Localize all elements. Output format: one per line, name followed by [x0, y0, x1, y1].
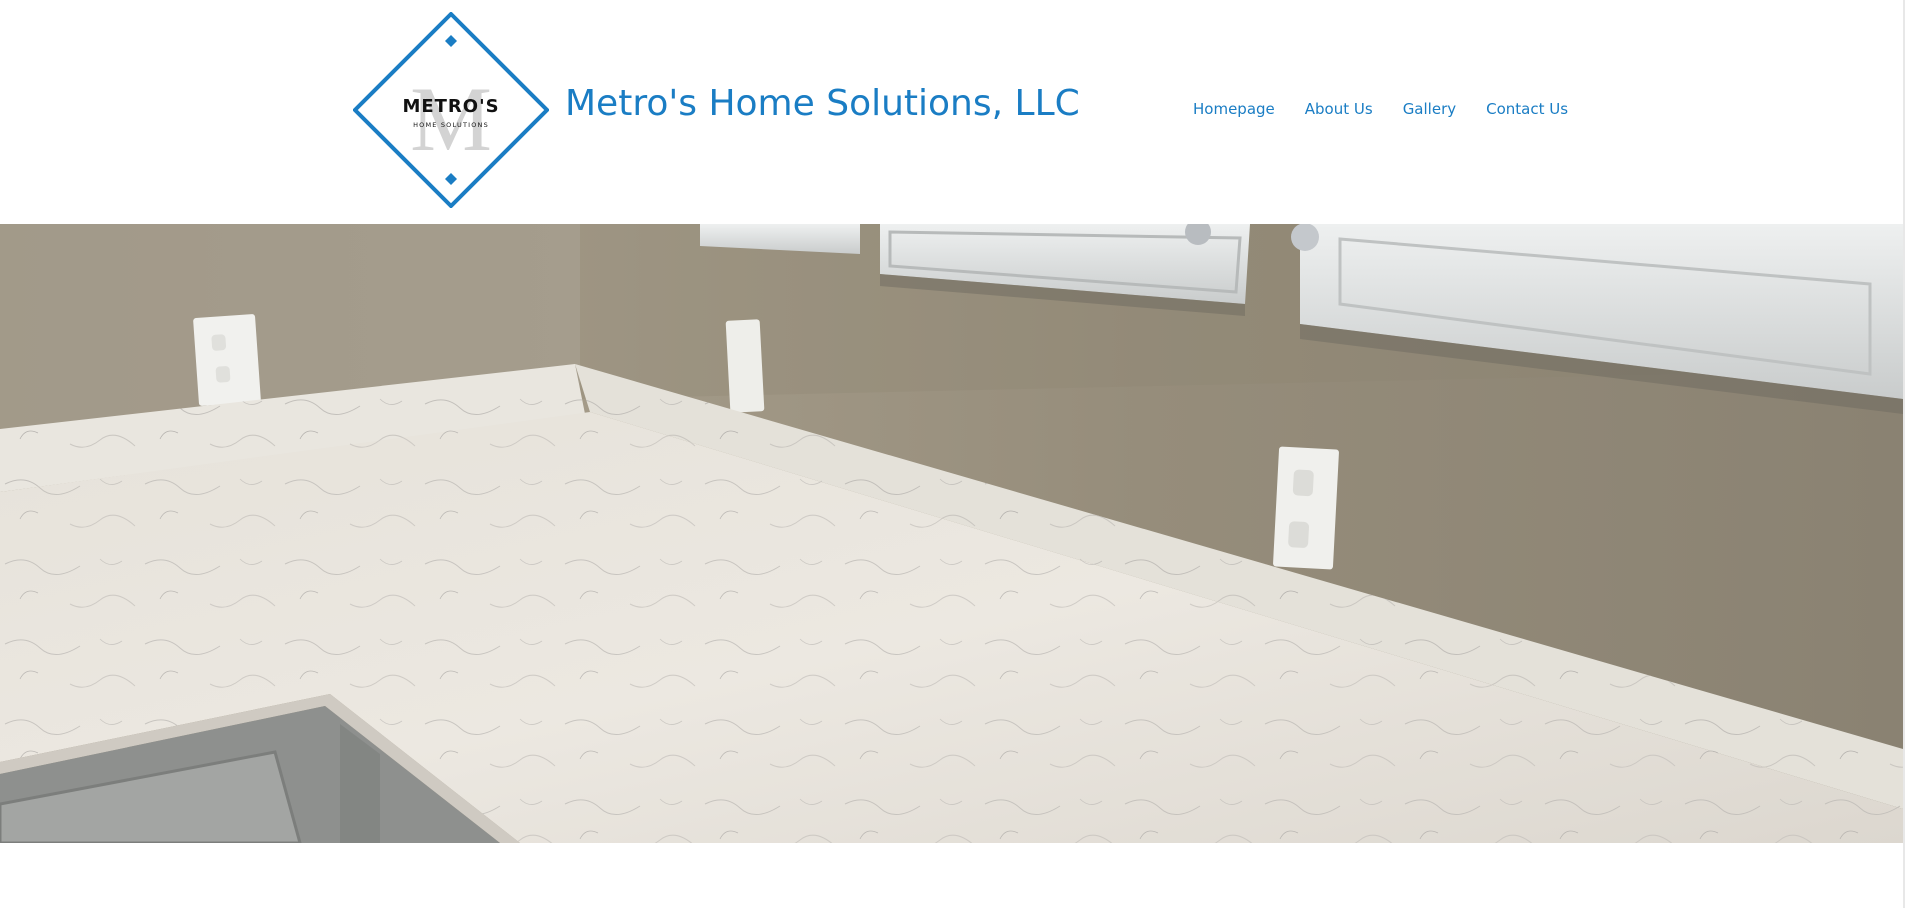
nav-contact-us[interactable]: Contact Us — [1486, 100, 1568, 118]
nav-gallery[interactable]: Gallery — [1403, 100, 1456, 118]
site-title[interactable]: Metro's Home Solutions, LLC — [565, 84, 1080, 124]
logo-word: METRO'S — [402, 96, 499, 117]
logo-monogram: M — [410, 68, 492, 170]
site-logo[interactable]: M METRO'S HOME SOLUTIONS — [353, 12, 549, 208]
page: M METRO'S HOME SOLUTIONS Metro's Home So… — [0, 0, 1905, 908]
main-nav: Homepage About Us Gallery Contact Us — [1193, 100, 1568, 118]
outlet-left — [193, 314, 261, 406]
site-header: M METRO'S HOME SOLUTIONS Metro's Home So… — [0, 0, 1905, 224]
logo-subtitle: HOME SOLUTIONS — [413, 121, 489, 129]
nav-homepage[interactable]: Homepage — [1193, 100, 1275, 118]
outlet-right — [1273, 446, 1339, 570]
hero-image — [0, 224, 1903, 843]
outlet-middle — [725, 319, 765, 413]
hero-kitchen-photo — [0, 224, 1903, 843]
nav-about-us[interactable]: About Us — [1305, 100, 1373, 118]
